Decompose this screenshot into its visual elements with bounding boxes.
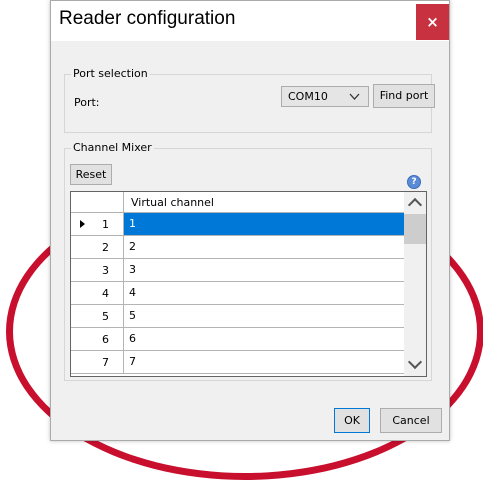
port-label: Port: (74, 96, 100, 109)
ok-button[interactable]: OK (334, 408, 370, 433)
cell-value: 7 (129, 355, 136, 368)
virtual-channel-column-header[interactable]: Virtual channel (131, 196, 214, 209)
vertical-scrollbar[interactable] (404, 192, 426, 376)
table-row[interactable]: 5 5 (71, 305, 404, 328)
find-port-button[interactable]: Find port (373, 84, 435, 108)
chevron-down-icon (349, 91, 360, 104)
row-number: 4 (102, 287, 109, 300)
cancel-button[interactable]: Cancel (380, 408, 442, 433)
table-row[interactable]: 7 7 (71, 351, 404, 374)
title-bar: Reader configuration × (51, 1, 449, 41)
row-number: 5 (102, 310, 109, 323)
row-number: 3 (102, 264, 109, 277)
row-number: 6 (102, 333, 109, 346)
scroll-down-icon[interactable] (407, 354, 423, 370)
cell-value: 4 (129, 286, 136, 299)
virtual-channel-cell[interactable]: 4 (124, 282, 404, 304)
close-button[interactable]: × (416, 4, 449, 40)
help-icon[interactable]: ? (407, 175, 421, 189)
port-selection-legend: Port selection (71, 67, 150, 80)
row-header[interactable]: 4 (71, 282, 124, 304)
row-header[interactable]: 5 (71, 305, 124, 327)
row-header[interactable]: 2 (71, 236, 124, 258)
virtual-channel-cell[interactable]: 3 (124, 259, 404, 281)
port-select[interactable]: COM10 (281, 86, 369, 107)
table-row[interactable]: 3 3 (71, 259, 404, 282)
row-number: 7 (102, 356, 109, 369)
virtual-channel-cell[interactable]: 6 (124, 328, 404, 350)
virtual-channel-cell[interactable]: 2 (124, 236, 404, 258)
row-number: 1 (102, 218, 109, 231)
cell-value: 6 (129, 332, 136, 345)
port-select-value: COM10 (288, 90, 328, 103)
row-header[interactable]: 7 (71, 351, 124, 373)
scroll-up-icon[interactable] (407, 197, 423, 213)
reader-configuration-dialog: Reader configuration × Port selection Po… (50, 0, 450, 441)
table-row[interactable]: 4 4 (71, 282, 404, 305)
virtual-channel-cell[interactable]: 7 (124, 351, 404, 373)
row-header[interactable]: 6 (71, 328, 124, 350)
table-row[interactable]: 2 2 (71, 236, 404, 259)
scrollbar-thumb[interactable] (404, 214, 426, 244)
port-selection-group: Port selection Port: COM10 Find port (64, 67, 435, 133)
virtual-channel-cell[interactable]: 1 (124, 213, 404, 235)
channel-mixer-group: Channel Mixer Reset ? Virtual channel 1 … (64, 141, 432, 381)
close-icon: × (426, 13, 439, 31)
virtual-channel-cell[interactable]: 5 (124, 305, 404, 327)
grid-header: Virtual channel (71, 192, 404, 213)
channel-grid: Virtual channel 1 1 2 2 3 3 4 4 5 5 6 6 … (70, 191, 427, 377)
table-row[interactable]: 6 6 (71, 328, 404, 351)
row-number: 2 (102, 241, 109, 254)
grid-corner-cell (71, 192, 124, 212)
cell-value: 2 (129, 240, 136, 253)
cell-value: 1 (129, 217, 136, 230)
row-header[interactable]: 3 (71, 259, 124, 281)
cell-value: 3 (129, 263, 136, 276)
table-row[interactable]: 1 1 (71, 213, 404, 236)
channel-mixer-legend: Channel Mixer (71, 141, 154, 154)
row-header[interactable]: 1 (71, 213, 124, 235)
cell-value: 5 (129, 309, 136, 322)
dialog-title: Reader configuration (59, 8, 236, 29)
reset-button[interactable]: Reset (70, 164, 112, 185)
